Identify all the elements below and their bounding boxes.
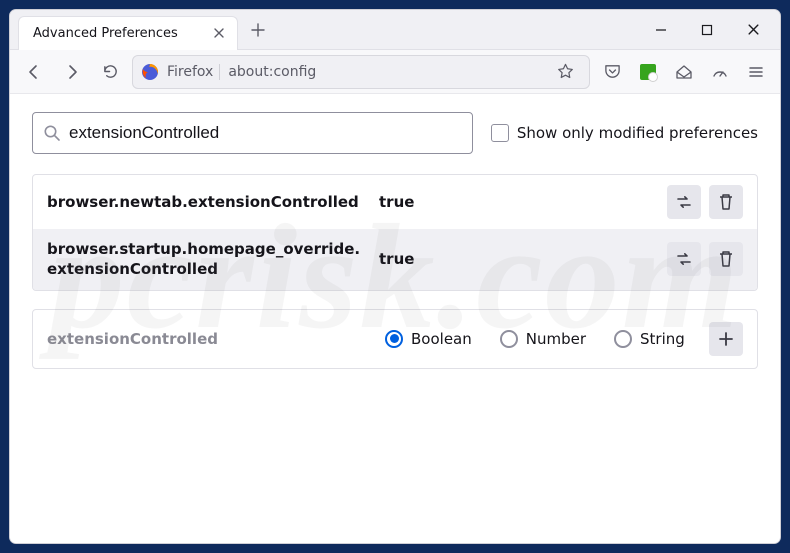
close-window-button[interactable]	[730, 10, 776, 50]
show-modified-checkbox[interactable]: Show only modified preferences	[491, 124, 758, 142]
firefox-logo-icon	[141, 63, 159, 81]
pref-value: true	[379, 250, 655, 268]
pref-row: browser.startup.homepage_override.extens…	[33, 229, 757, 290]
type-string-radio[interactable]: String	[614, 330, 685, 348]
address-bar[interactable]: Firefox about:config	[132, 55, 590, 89]
toggle-button[interactable]	[667, 185, 701, 219]
address-url: about:config	[228, 64, 316, 80]
type-number-radio[interactable]: Number	[500, 330, 586, 348]
pref-actions	[667, 242, 743, 276]
back-button[interactable]	[18, 56, 50, 88]
inbox-icon[interactable]	[668, 56, 700, 88]
forward-button[interactable]	[56, 56, 88, 88]
new-tab-button[interactable]	[244, 16, 272, 44]
bookmark-star-icon[interactable]	[549, 56, 581, 88]
browser-tab[interactable]: Advanced Preferences	[18, 16, 238, 50]
content-area: Show only modified preferences browser.n…	[10, 94, 780, 543]
minimize-button[interactable]	[638, 10, 684, 50]
type-boolean-radio[interactable]: Boolean	[385, 330, 472, 348]
search-row: Show only modified preferences	[32, 112, 758, 154]
radio-icon	[385, 330, 403, 348]
checkbox-icon	[491, 124, 509, 142]
address-identity: Firefox	[167, 64, 220, 80]
pref-value: true	[379, 193, 655, 211]
titlebar: Advanced Preferences	[10, 10, 780, 50]
toolbar: Firefox about:config	[10, 50, 780, 94]
pref-name: browser.startup.homepage_override.extens…	[47, 239, 367, 280]
search-icon	[43, 124, 61, 142]
delete-button[interactable]	[709, 242, 743, 276]
pref-search-box[interactable]	[32, 112, 473, 154]
close-tab-icon[interactable]	[211, 25, 227, 41]
dashboard-icon[interactable]	[704, 56, 736, 88]
pocket-icon[interactable]	[596, 56, 628, 88]
radio-icon	[500, 330, 518, 348]
pref-search-input[interactable]	[69, 123, 462, 143]
maximize-button[interactable]	[684, 10, 730, 50]
app-window: Advanced Preferences Firefox about:confi…	[9, 9, 781, 544]
new-pref-row: extensionControlled Boolean Number Strin…	[32, 309, 758, 369]
tab-title: Advanced Preferences	[33, 26, 178, 41]
show-modified-label: Show only modified preferences	[517, 124, 758, 142]
pref-row: browser.newtab.extensionControlled true	[33, 175, 757, 229]
toolbar-right	[596, 56, 772, 88]
pref-name: browser.newtab.extensionControlled	[47, 192, 367, 212]
prefs-table: browser.newtab.extensionControlled true …	[32, 174, 758, 291]
toggle-button[interactable]	[667, 242, 701, 276]
new-pref-name: extensionControlled	[47, 330, 367, 348]
extension-icon[interactable]	[632, 56, 664, 88]
type-radio-group: Boolean Number String	[385, 330, 691, 348]
pref-actions	[667, 185, 743, 219]
delete-button[interactable]	[709, 185, 743, 219]
menu-button[interactable]	[740, 56, 772, 88]
add-pref-button[interactable]	[709, 322, 743, 356]
reload-button[interactable]	[94, 56, 126, 88]
radio-icon	[614, 330, 632, 348]
window-controls	[638, 10, 780, 50]
